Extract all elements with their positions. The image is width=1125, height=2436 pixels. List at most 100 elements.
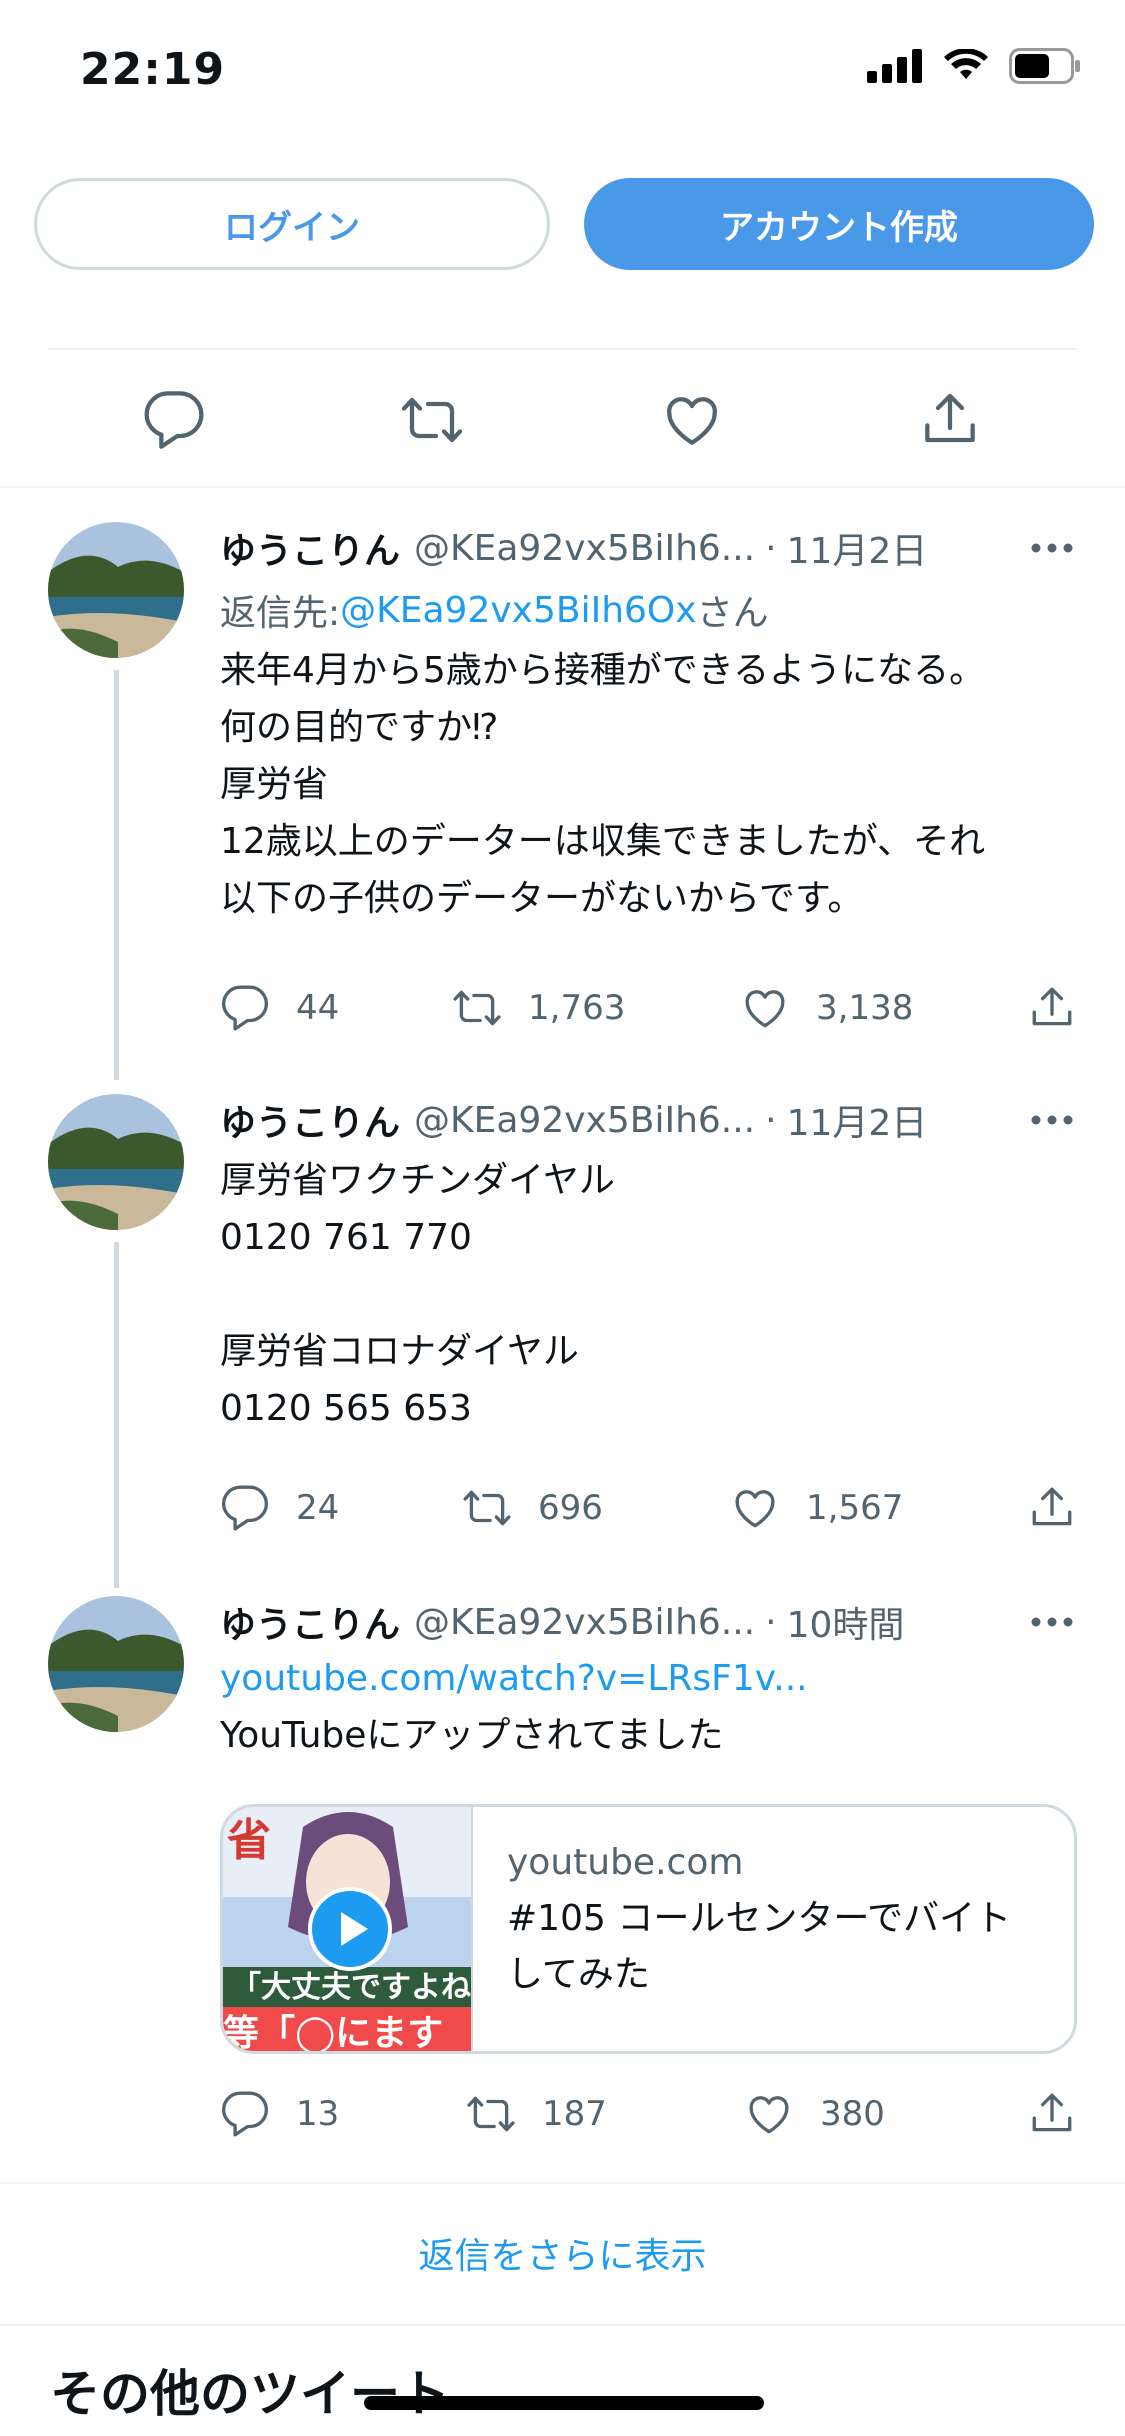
reply-count: 24 <box>296 1488 340 1528</box>
tweet-link[interactable]: youtube.com/watch?v=LRsF1v... <box>220 1650 1077 1707</box>
tweet-2[interactable]: ゆうこりん @KEa92vx5BiIh6... · 11月2日 厚労省ワクチンダ… <box>0 1092 1125 1592</box>
like-icon <box>745 990 785 1028</box>
play-icon[interactable] <box>308 1887 392 1971</box>
status-bar: 22:19 <box>0 0 1125 140</box>
reply-action[interactable]: 44 <box>220 978 339 1038</box>
retweet-count: 696 <box>538 1488 603 1528</box>
battery-icon <box>1009 48 1080 84</box>
like-icon[interactable] <box>660 388 724 452</box>
reply-count: 44 <box>296 988 340 1028</box>
more-icon[interactable] <box>1027 1102 1077 1138</box>
wifi-icon <box>944 49 988 79</box>
tweet-header: ゆうこりん @KEa92vx5BiIh6... · 11月2日 <box>220 1092 1077 1148</box>
author-handle[interactable]: @KEa92vx5BiIh6... <box>414 1602 755 1643</box>
tweet-3[interactable]: ゆうこりん @KEa92vx5BiIh6... · 10時間 youtube.c… <box>0 1594 1125 2154</box>
reply-action[interactable]: 24 <box>220 1478 339 1538</box>
home-indicator[interactable] <box>364 2396 764 2410</box>
status-icons <box>867 48 1081 84</box>
login-button[interactable]: ログイン <box>34 178 550 270</box>
author-handle[interactable]: @KEa92vx5BiIh6... <box>414 1100 755 1141</box>
reply-icon <box>221 2091 269 2137</box>
like-action[interactable]: 1,567 <box>730 1478 903 1538</box>
retweet-icon <box>463 1490 511 1526</box>
more-icon[interactable] <box>1027 530 1077 566</box>
tweet-time[interactable]: 10時間 <box>787 1596 905 1648</box>
reply-to: 返信先: @KEa92vx5BiIh6Ox さん <box>220 582 1077 638</box>
tweet-body: ゆうこりん @KEa92vx5BiIh6... · 10時間 youtube.c… <box>220 1594 1077 2137</box>
like-count: 380 <box>820 2094 885 2134</box>
more-icon[interactable] <box>1027 1604 1077 1640</box>
share-icon <box>1032 2093 1072 2132</box>
author-name[interactable]: ゆうこりん <box>220 1094 400 1146</box>
reply-icon <box>221 1485 269 1531</box>
reply-action[interactable]: 13 <box>220 2084 339 2144</box>
tweet-actions: 13 187 380 <box>220 2084 1077 2144</box>
retweet-icon <box>467 2096 515 2132</box>
status-time: 22:19 <box>80 44 226 95</box>
card-thumbnail[interactable]: 省 「大丈夫ですよね 等「◯にます <box>223 1807 473 2054</box>
tweet-body: ゆうこりん @KEa92vx5BiIh6... · 11月2日 厚労省ワクチンダ… <box>220 1092 1077 1531</box>
tweet-body: ゆうこりん @KEa92vx5BiIh6... · 11月2日 返信先: @KE… <box>220 520 1077 1031</box>
like-count: 1,567 <box>806 1488 904 1528</box>
card-thumb-text: 省 <box>227 1815 271 1866</box>
share-icon <box>1032 1487 1072 1526</box>
reply-to-handle[interactable]: @KEa92vx5BiIh6Ox <box>340 590 696 631</box>
separator-dot: · <box>765 527 777 569</box>
signal-icon <box>867 49 922 83</box>
retweet-count: 187 <box>542 2094 607 2134</box>
share-icon[interactable] <box>918 388 982 452</box>
author-name[interactable]: ゆうこりん <box>220 522 400 574</box>
avatar[interactable] <box>48 1596 184 1732</box>
separator-dot: · <box>765 1099 777 1141</box>
divider <box>0 2324 1125 2326</box>
signup-button[interactable]: アカウント作成 <box>584 178 1094 270</box>
card-title: #105 コールセンターでバイトしてみた <box>507 1898 1012 1995</box>
link-card[interactable]: 省 「大丈夫ですよね 等「◯にます youtube.com #105 コールセン… <box>220 1804 1077 2054</box>
card-info: youtube.com #105 コールセンターでバイトしてみた <box>473 1807 1074 2051</box>
like-icon <box>749 2096 789 2134</box>
share-icon <box>1032 987 1072 1026</box>
tweet-text: 来年4月から5歳から接種ができるようになる。 何の目的ですか⁉ 厚労省 12歳以… <box>220 650 986 919</box>
other-tweets-heading: その他のツイート <box>50 2365 450 2423</box>
divider <box>0 486 1125 488</box>
tweet-actions: 44 1,763 3,138 <box>220 978 1077 1038</box>
tweet-time[interactable]: 11月2日 <box>787 1094 928 1146</box>
main-tweet-actions <box>0 360 1125 480</box>
separator-dot: · <box>765 1601 777 1643</box>
reply-to-prefix: 返信先: <box>220 593 341 634</box>
retweet-action[interactable]: 1,763 <box>452 978 625 1038</box>
like-action[interactable]: 3,138 <box>740 978 913 1038</box>
tweet-header: ゆうこりん @KEa92vx5BiIh6... · 11月2日 <box>220 520 1077 576</box>
like-action[interactable]: 380 <box>744 2084 885 2144</box>
show-more-replies-link[interactable]: 返信をさらに表示 <box>0 2182 1125 2324</box>
auth-bar: ログイン アカウント作成 <box>34 178 1094 270</box>
author-handle[interactable]: @KEa92vx5BiIh6... <box>414 528 755 569</box>
tweet-text: 厚労省ワクチンダイヤル 0120 761 770 厚労省コロナダイヤル 0120… <box>220 1160 615 1429</box>
share-action[interactable] <box>1027 1478 1077 1538</box>
retweet-action[interactable]: 696 <box>462 1478 603 1538</box>
like-icon <box>735 1490 775 1528</box>
thread-line <box>114 1242 119 1588</box>
avatar[interactable] <box>48 1094 184 1230</box>
like-count: 3,138 <box>816 988 914 1028</box>
tweet-header: ゆうこりん @KEa92vx5BiIh6... · 10時間 <box>220 1594 1077 1650</box>
share-action[interactable] <box>1027 2084 1077 2144</box>
reply-icon <box>221 985 269 1031</box>
tweet-1[interactable]: ゆうこりん @KEa92vx5BiIh6... · 11月2日 返信先: @KE… <box>0 520 1125 1080</box>
author-name[interactable]: ゆうこりん <box>220 1596 400 1648</box>
share-action[interactable] <box>1027 978 1077 1038</box>
card-thumb-text: 「大丈夫ですよね <box>231 1970 471 2005</box>
retweet-action[interactable]: 187 <box>466 2084 607 2144</box>
retweet-count: 1,763 <box>528 988 626 1028</box>
tweet-actions: 24 696 1,567 <box>220 1478 1077 1538</box>
reply-count: 13 <box>296 2094 340 2134</box>
reply-icon[interactable] <box>142 388 206 452</box>
tweet-time[interactable]: 11月2日 <box>787 522 928 574</box>
avatar[interactable] <box>48 522 184 658</box>
card-domain: youtube.com <box>507 1842 744 1883</box>
card-thumb-text: 等「◯にます <box>223 2013 443 2054</box>
divider <box>48 348 1078 350</box>
tweet-text: YouTubeにアップされてました <box>220 1715 724 1756</box>
retweet-icon[interactable] <box>400 388 464 452</box>
retweet-icon <box>453 990 501 1026</box>
